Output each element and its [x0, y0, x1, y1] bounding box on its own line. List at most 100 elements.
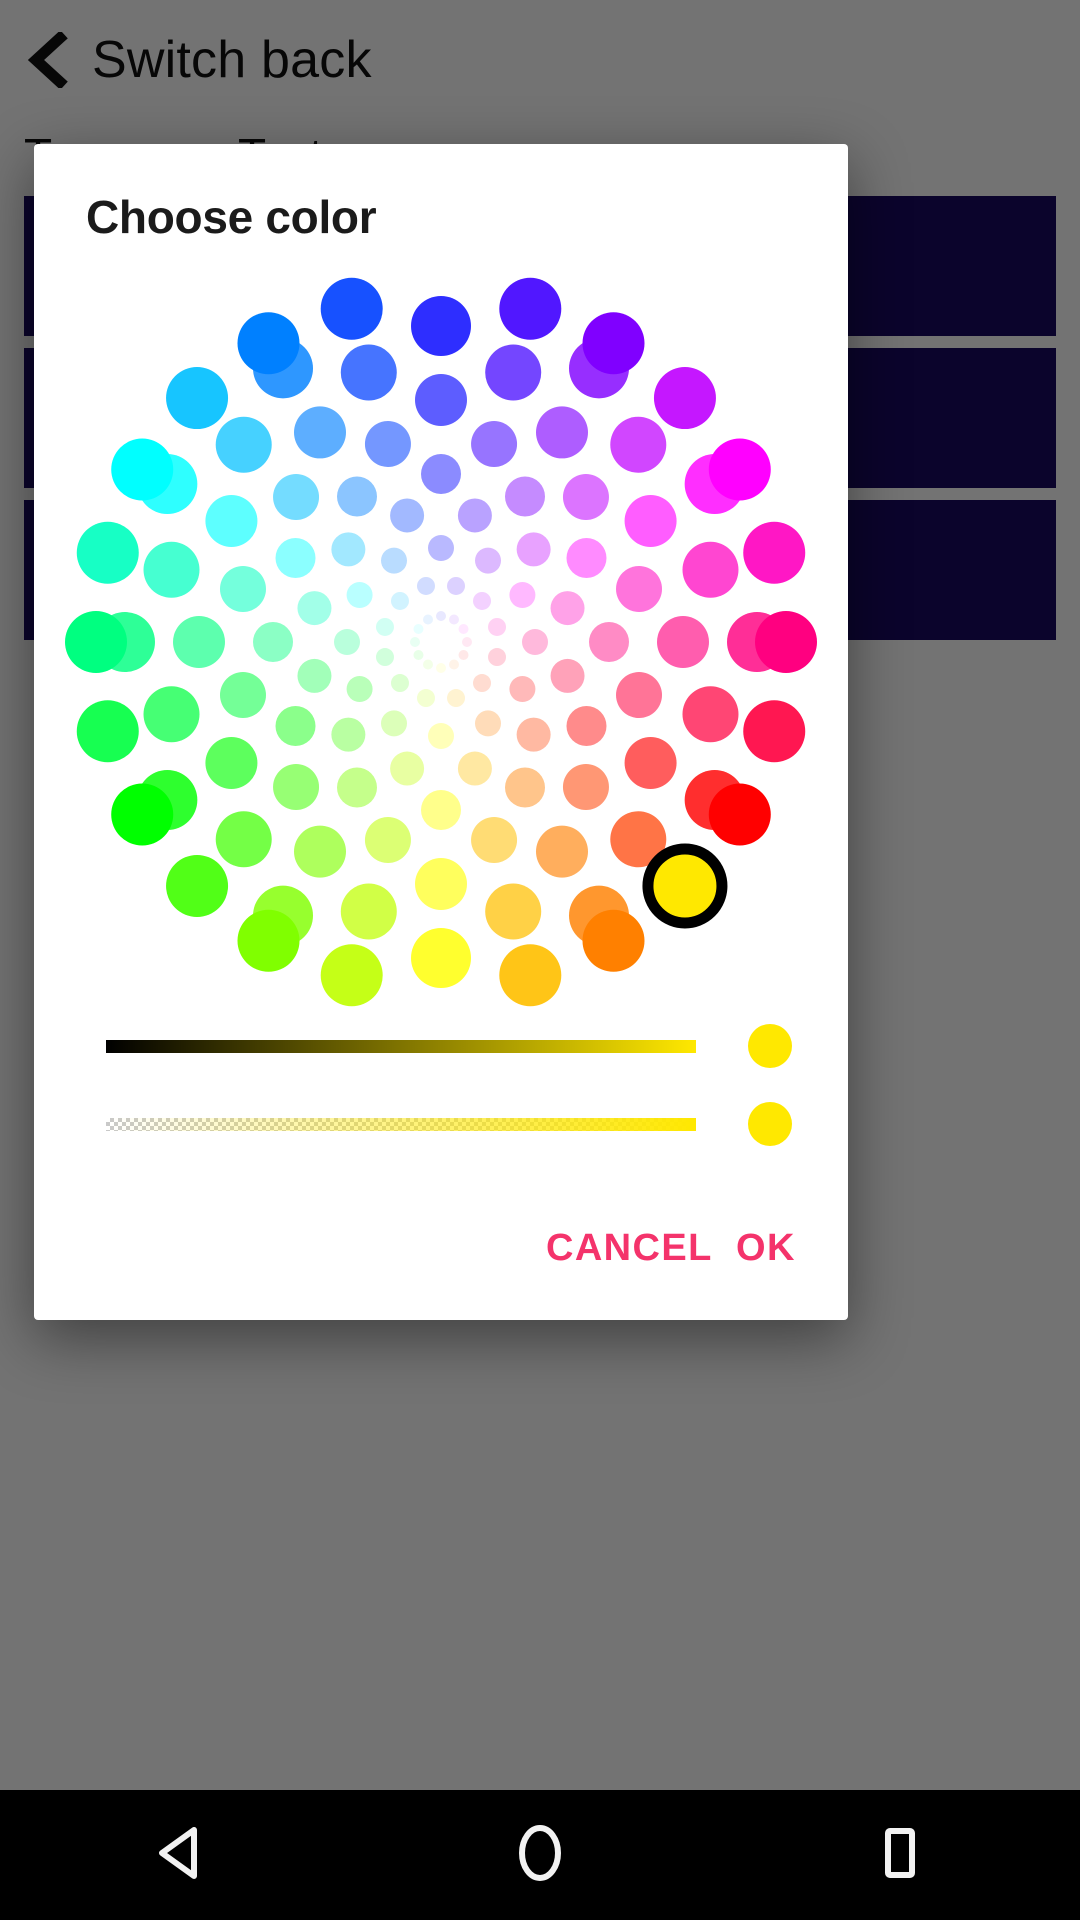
color-swatch[interactable] — [653, 367, 716, 430]
color-swatch[interactable] — [509, 676, 536, 702]
alpha-slider-track[interactable] — [106, 1118, 696, 1131]
color-swatch[interactable] — [334, 629, 360, 655]
color-swatch[interactable] — [273, 763, 320, 810]
color-swatch[interactable] — [381, 710, 407, 737]
color-swatch[interactable] — [340, 883, 397, 940]
color-swatch[interactable] — [390, 591, 409, 610]
color-swatch[interactable] — [364, 817, 411, 864]
color-swatch[interactable] — [428, 723, 454, 749]
color-swatch[interactable] — [173, 616, 225, 668]
color-swatch[interactable] — [616, 672, 663, 719]
color-swatch[interactable] — [143, 541, 200, 598]
recents-nav-button[interactable] — [720, 1790, 1080, 1920]
color-swatch[interactable] — [410, 637, 420, 647]
color-swatch[interactable] — [449, 614, 459, 625]
color-swatch[interactable] — [657, 616, 709, 668]
color-swatch[interactable] — [550, 658, 585, 693]
home-nav-button[interactable] — [360, 1790, 720, 1920]
color-swatch[interactable] — [297, 658, 332, 693]
color-swatch[interactable] — [111, 438, 174, 501]
color-swatch[interactable] — [219, 565, 266, 612]
color-swatch[interactable] — [390, 498, 425, 533]
color-swatch[interactable] — [205, 737, 258, 789]
ok-button[interactable]: OK — [722, 1217, 810, 1280]
color-wheel[interactable] — [34, 272, 848, 1012]
color-swatch[interactable] — [485, 883, 542, 940]
color-swatch[interactable] — [582, 909, 645, 972]
color-swatch[interactable] — [471, 420, 518, 467]
color-swatch[interactable] — [473, 591, 492, 610]
color-swatch[interactable] — [346, 582, 373, 608]
color-swatch[interactable] — [624, 495, 677, 547]
color-swatch[interactable] — [509, 582, 536, 608]
color-swatch[interactable] — [275, 538, 316, 578]
color-swatch[interactable] — [415, 374, 467, 426]
color-swatch[interactable] — [294, 825, 346, 878]
color-swatch[interactable] — [143, 686, 200, 743]
color-swatch[interactable] — [743, 521, 806, 584]
color-swatch[interactable] — [428, 535, 454, 561]
alpha-slider[interactable] — [34, 1094, 848, 1154]
color-swatch[interactable] — [65, 611, 127, 673]
color-swatch[interactable] — [522, 629, 548, 655]
color-swatch[interactable] — [294, 406, 346, 459]
color-swatch[interactable] — [340, 344, 397, 401]
color-swatch[interactable] — [562, 474, 609, 521]
color-swatch[interactable] — [416, 689, 435, 708]
color-swatch[interactable] — [237, 312, 300, 375]
value-slider-thumb[interactable] — [748, 1024, 792, 1068]
color-swatch[interactable] — [415, 858, 467, 910]
color-swatch[interactable] — [471, 817, 518, 864]
alpha-slider-thumb[interactable] — [748, 1102, 792, 1146]
color-swatch[interactable] — [447, 689, 466, 708]
color-swatch[interactable] — [436, 663, 446, 673]
selected-color-marker[interactable] — [642, 843, 728, 929]
color-swatch[interactable] — [624, 737, 677, 789]
color-swatch[interactable] — [457, 751, 492, 786]
color-swatch[interactable] — [589, 622, 629, 662]
color-swatch[interactable] — [505, 476, 545, 517]
color-swatch[interactable] — [237, 909, 300, 972]
color-swatch[interactable] — [447, 576, 466, 595]
color-swatch[interactable] — [297, 591, 332, 626]
color-swatch[interactable] — [411, 296, 471, 356]
value-slider-track[interactable] — [106, 1040, 696, 1053]
color-swatch[interactable] — [755, 611, 817, 673]
color-swatch[interactable] — [485, 344, 542, 401]
color-swatch[interactable] — [273, 474, 320, 521]
color-swatch[interactable] — [516, 717, 551, 752]
color-swatch[interactable] — [413, 624, 424, 634]
color-swatch[interactable] — [473, 674, 492, 693]
color-swatch[interactable] — [375, 617, 394, 636]
color-wheel-svg[interactable] — [34, 272, 848, 1012]
color-swatch[interactable] — [475, 547, 501, 574]
color-swatch[interactable] — [536, 406, 588, 459]
color-swatch[interactable] — [423, 659, 433, 670]
color-swatch[interactable] — [458, 624, 469, 634]
color-swatch[interactable] — [166, 854, 229, 917]
color-swatch[interactable] — [462, 637, 472, 647]
color-swatch[interactable] — [390, 674, 409, 693]
color-swatch[interactable] — [320, 277, 383, 340]
color-swatch[interactable] — [337, 767, 377, 808]
color-swatch[interactable] — [682, 686, 739, 743]
color-swatch[interactable] — [320, 944, 383, 1007]
color-swatch[interactable] — [566, 706, 607, 746]
color-swatch[interactable] — [411, 928, 471, 988]
color-swatch[interactable] — [275, 706, 316, 746]
color-swatch[interactable] — [331, 532, 366, 567]
color-swatch[interactable] — [205, 495, 258, 547]
color-swatch[interactable] — [416, 576, 435, 595]
color-swatch[interactable] — [505, 767, 545, 808]
color-swatch[interactable] — [582, 312, 645, 375]
color-swatch[interactable] — [562, 763, 609, 810]
color-swatch[interactable] — [458, 650, 469, 660]
color-swatch[interactable] — [566, 538, 607, 578]
color-swatch[interactable] — [499, 277, 562, 340]
color-swatch[interactable] — [337, 476, 377, 517]
color-swatch[interactable] — [166, 367, 229, 430]
value-slider[interactable] — [34, 1016, 848, 1076]
color-swatch[interactable] — [436, 611, 446, 621]
color-swatch[interactable] — [708, 438, 771, 501]
color-swatch[interactable] — [381, 547, 407, 574]
